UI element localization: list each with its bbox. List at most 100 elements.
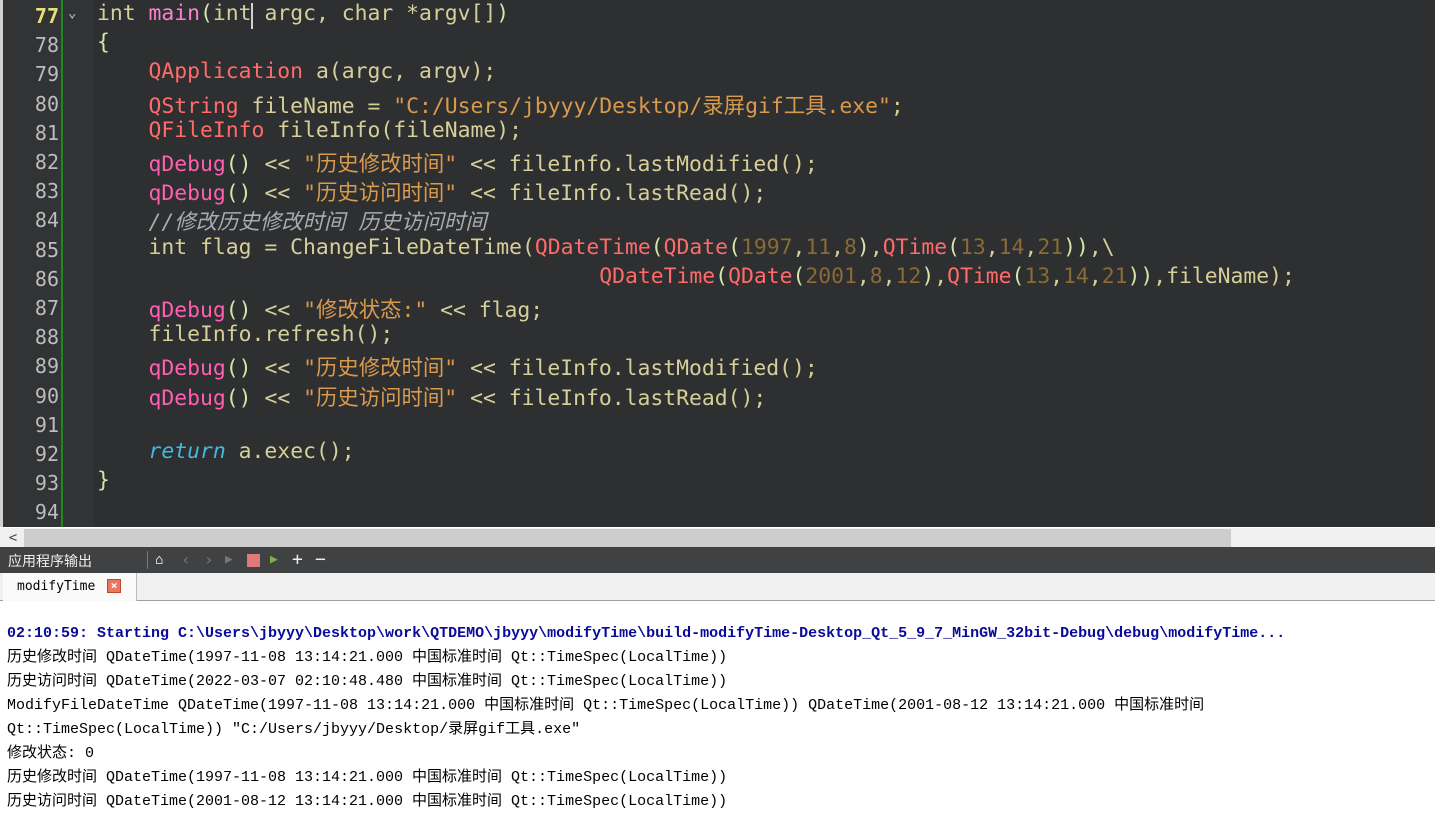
- divider: [147, 551, 148, 569]
- tab-label: modifyTime: [17, 579, 96, 594]
- code-token: << fileInfo.lastRead();: [457, 181, 767, 207]
- line-number: 81: [34, 120, 59, 145]
- code-token: (: [1011, 263, 1025, 289]
- clear-icon[interactable]: ⌂: [155, 550, 163, 570]
- output-line: ModifyFileDateTime QDateTime(1997-11-08 …: [7, 697, 1205, 714]
- code-token: QDateTime: [599, 263, 716, 289]
- code-line[interactable]: qDebug() << "修改状态:" << flag;: [97, 293, 544, 324]
- code-line[interactable]: int main(int argc, char *argv[]): [97, 1, 509, 26]
- panel-title: 应用程序输出: [8, 554, 92, 570]
- code-token: a(argc, argv);: [303, 59, 497, 85]
- code-token: (): [225, 356, 252, 382]
- code-line[interactable]: int flag = ChangeFileDateTime(QDateTime(…: [97, 235, 1115, 260]
- application-output[interactable]: 02:10:59: Starting C:\Users\jbyyy\Deskto…: [7, 622, 1285, 814]
- run-icon[interactable]: ▶: [225, 550, 233, 570]
- code-token: "历史修改时间": [303, 152, 458, 177]
- attach-debugger-icon[interactable]: ▶: [270, 550, 278, 570]
- code-token: << fileInfo.lastRead();: [457, 385, 767, 411]
- code-line[interactable]: return a.exec();: [97, 439, 355, 464]
- code-token: qDebug: [148, 152, 226, 177]
- code-token: 21: [1101, 263, 1128, 289]
- next-icon[interactable]: ›: [204, 550, 214, 570]
- code-line[interactable]: QFileInfo fileInfo(fileName);: [97, 118, 522, 143]
- code-token: 21: [1037, 234, 1064, 260]
- close-icon[interactable]: ×: [107, 579, 121, 593]
- code-token: ,: [1050, 263, 1064, 289]
- code-token: QString: [148, 93, 239, 119]
- code-line[interactable]: qDebug() << "历史访问时间" << fileInfo.lastRea…: [97, 381, 767, 412]
- output-panel-toolbar: 应用程序输出 ⌂ ‹ › ▶ ▶ + −: [0, 547, 1435, 573]
- previous-icon[interactable]: ‹: [181, 550, 191, 570]
- code-token: "历史访问时间": [303, 181, 458, 207]
- code-token: QTime: [882, 234, 948, 260]
- code-token: (): [225, 298, 252, 323]
- code-token: fileName =: [238, 93, 394, 119]
- code-token: a.exec();: [225, 439, 355, 464]
- code-token: ): [856, 234, 870, 260]
- code-token: fileInfo(fileName);: [264, 117, 522, 143]
- tab-modifytime[interactable]: modifyTime ×: [3, 573, 137, 601]
- code-line[interactable]: fileInfo.refresh();: [97, 322, 394, 348]
- code-line[interactable]: }: [97, 468, 110, 493]
- code-token: (: [947, 234, 960, 260]
- output-tab-bar: modifyTime ×: [0, 573, 1435, 601]
- scroll-left-icon[interactable]: <: [3, 528, 23, 548]
- code-token: )): [1063, 234, 1089, 260]
- code-token: int: [212, 1, 252, 26]
- code-line[interactable]: {: [97, 30, 110, 55]
- output-line: 历史访问时间 QDateTime(2022-03-07 02:10:48.480…: [7, 673, 728, 690]
- code-token: <<: [251, 181, 304, 207]
- horizontal-scrollbar[interactable]: <: [0, 527, 1435, 547]
- modified-marker: [61, 0, 63, 527]
- code-token: argc,: [251, 1, 342, 26]
- line-number: 78: [34, 33, 59, 58]
- code-editor[interactable]: 77 int main(int argc, char *argv[]) ⌄ 78{79…: [0, 0, 1435, 527]
- code-token: fileInfo.refresh();: [97, 322, 394, 348]
- code-token: QDate: [728, 263, 793, 289]
- code-token: {: [97, 30, 110, 56]
- code-line[interactable]: //修改历史修改时间 历史访问时间: [97, 205, 487, 236]
- code-token: ,: [1024, 234, 1038, 260]
- line-number: 91: [34, 412, 59, 437]
- output-line: 历史修改时间 QDateTime(1997-11-08 13:14:21.000…: [7, 769, 728, 786]
- code-token: (: [792, 263, 806, 289]
- stop-icon[interactable]: [247, 554, 260, 567]
- code-line[interactable]: qDebug() << "历史修改时间" << fileInfo.lastMod…: [97, 147, 818, 178]
- code-token: "修改状态:": [303, 298, 428, 323]
- line-number: 85: [34, 237, 59, 262]
- line-number: 89: [34, 354, 59, 379]
- code-line[interactable]: qDebug() << "历史访问时间" << fileInfo.lastRea…: [97, 176, 767, 207]
- code-token: QFileInfo: [148, 117, 265, 143]
- code-token: ,: [882, 263, 896, 289]
- code-line[interactable]: QDateTime(QDate(2001,8,12),QTime(13,14,2…: [97, 264, 1295, 289]
- line-number: 83: [34, 179, 59, 204]
- code-line[interactable]: QApplication a(argc, argv);: [97, 59, 497, 85]
- code-token: (): [225, 385, 252, 411]
- code-token: ,: [831, 234, 845, 260]
- code-token: QTime: [947, 263, 1012, 289]
- code-token: qDebug: [148, 385, 226, 411]
- zoom-in-icon[interactable]: +: [292, 550, 303, 570]
- code-token: "C:/Users/jbyyy/Desktop/录屏gif工具.exe": [393, 93, 891, 119]
- code-token: <<: [251, 356, 304, 382]
- code-token: ,: [869, 234, 883, 260]
- code-token: int flag = ChangeFileDateTime(: [148, 234, 535, 260]
- scrollbar-thumb[interactable]: [24, 529, 1231, 547]
- code-line[interactable]: QString fileName = "C:/Users/jbyyy/Deskt…: [97, 89, 904, 120]
- code-token: ): [496, 1, 510, 26]
- zoom-out-icon[interactable]: −: [315, 550, 326, 570]
- code-token: 12: [895, 263, 922, 289]
- code-token: 11: [805, 234, 832, 260]
- line-number: 93: [34, 471, 59, 496]
- fold-chevron-icon[interactable]: ⌄: [68, 5, 76, 21]
- code-line[interactable]: qDebug() << "历史修改时间" << fileInfo.lastMod…: [97, 351, 818, 382]
